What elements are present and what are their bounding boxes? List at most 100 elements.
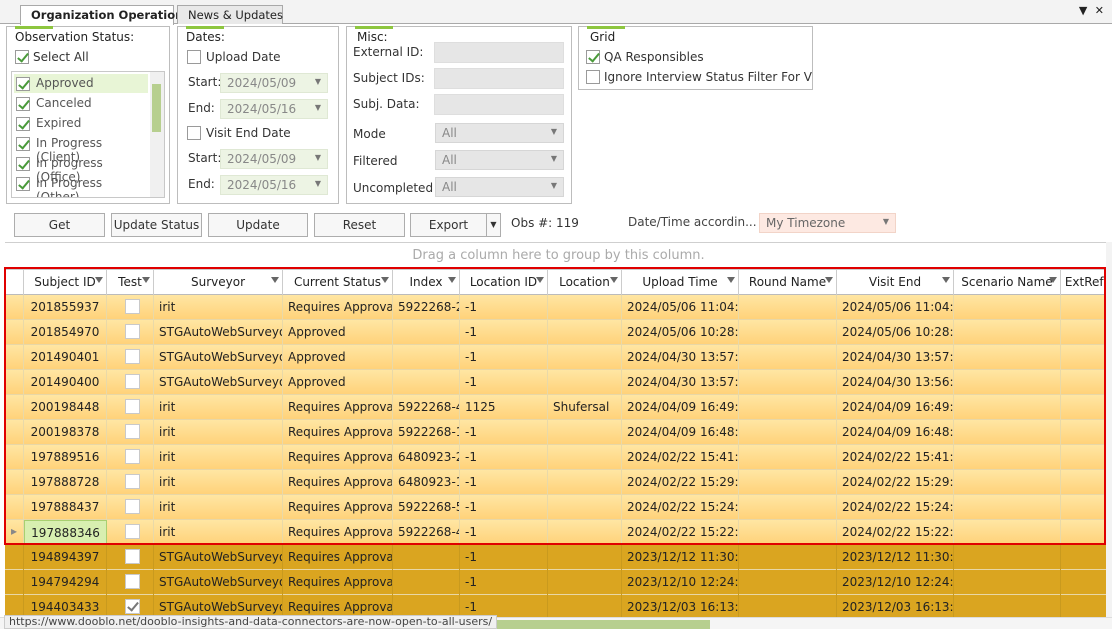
cell-surveyor[interactable]: irit: [154, 420, 283, 445]
cell-test[interactable]: [107, 545, 154, 570]
cell-index[interactable]: 6480923-1: [393, 470, 460, 495]
cell-visit-end[interactable]: 2024/02/22 15:29:11: [837, 470, 954, 495]
cell-round-name[interactable]: [739, 295, 837, 320]
row-indicator[interactable]: [5, 420, 24, 445]
column-header-upload-time[interactable]: Upload Time: [622, 270, 739, 295]
column-header-location[interactable]: Location: [548, 270, 622, 295]
cell-test[interactable]: [107, 320, 154, 345]
test-checkbox[interactable]: [125, 424, 140, 439]
cell-test[interactable]: [107, 295, 154, 320]
status-checkbox[interactable]: [16, 177, 30, 191]
test-checkbox[interactable]: [125, 349, 140, 364]
upload-end-date-picker[interactable]: 2024/05/16 ▼: [220, 99, 328, 119]
cell-test[interactable]: [107, 495, 154, 520]
visit-start-date-picker[interactable]: 2024/05/09 ▼: [220, 149, 328, 169]
test-checkbox[interactable]: [125, 499, 140, 514]
status-item-in-progress-other[interactable]: In Progress (Other): [14, 174, 148, 197]
cell-visit-end[interactable]: 2024/02/22 15:41:33: [837, 445, 954, 470]
test-checkbox[interactable]: [125, 299, 140, 314]
cell-location-id[interactable]: -1: [460, 320, 548, 345]
timezone-dropdown[interactable]: My Timezone ▼: [759, 213, 896, 233]
cell-location[interactable]: [548, 495, 622, 520]
status-checkbox[interactable]: [16, 97, 30, 111]
cell-ext-ref[interactable]: [1061, 320, 1112, 345]
cell-visit-end[interactable]: 2024/04/30 13:57:01: [837, 345, 954, 370]
table-row[interactable]: 197888437 irit Requires Approval 5922268-5-…: [5, 495, 1112, 520]
cell-upload-time[interactable]: 2024/05/06 10:28:38: [622, 320, 739, 345]
cell-location-id[interactable]: -1: [460, 545, 548, 570]
cell-ext-ref[interactable]: [1061, 445, 1112, 470]
row-indicator[interactable]: [5, 320, 24, 345]
cell-location[interactable]: [548, 520, 622, 545]
cell-subject-id[interactable]: 197888437: [24, 495, 107, 520]
cell-index[interactable]: 6480923-2: [393, 445, 460, 470]
row-indicator[interactable]: [5, 595, 24, 617]
cell-upload-time[interactable]: 2024/05/06 11:04:34: [622, 295, 739, 320]
cell-ext-ref[interactable]: [1061, 395, 1112, 420]
tab-news-updates[interactable]: News & Updates: [177, 5, 283, 24]
cell-surveyor[interactable]: STGAutoWebSurveyor: [154, 570, 283, 595]
cell-index[interactable]: 5922268-1: [393, 420, 460, 445]
test-checkbox[interactable]: [125, 399, 140, 414]
mode-dropdown[interactable]: All ▼: [435, 123, 564, 143]
cell-current-status[interactable]: Requires Approval: [283, 570, 393, 595]
cell-location-id[interactable]: -1: [460, 445, 548, 470]
filter-icon[interactable]: [448, 277, 456, 283]
cell-surveyor[interactable]: STGAutoWebSurveyor: [154, 595, 283, 617]
cell-index[interactable]: [393, 370, 460, 395]
test-checkbox[interactable]: [125, 324, 140, 339]
cell-location-id[interactable]: -1: [460, 295, 548, 320]
column-header-test[interactable]: Test: [107, 270, 154, 295]
cell-ext-ref[interactable]: [1061, 520, 1112, 545]
cell-scenario-name[interactable]: [954, 545, 1061, 570]
cell-current-status[interactable]: Approved: [283, 320, 393, 345]
cell-subject-id[interactable]: 194894397: [24, 545, 107, 570]
cell-test[interactable]: [107, 470, 154, 495]
cell-location[interactable]: [548, 445, 622, 470]
cell-ext-ref[interactable]: [1061, 570, 1112, 595]
cell-surveyor[interactable]: STGAutoWebSurveyor: [154, 370, 283, 395]
visit-end-date-checkbox[interactable]: [187, 126, 201, 140]
cell-index[interactable]: [393, 545, 460, 570]
cell-current-status[interactable]: Requires Approval: [283, 395, 393, 420]
row-indicator[interactable]: [5, 570, 24, 595]
cell-upload-time[interactable]: 2024/04/09 16:49:40: [622, 395, 739, 420]
cell-upload-time[interactable]: 2024/02/22 15:29:17: [622, 470, 739, 495]
cell-scenario-name[interactable]: [954, 495, 1061, 520]
cell-location-id[interactable]: -1: [460, 420, 548, 445]
cell-location-id[interactable]: -1: [460, 345, 548, 370]
cell-index[interactable]: 5922268-4: [393, 395, 460, 420]
test-checkbox[interactable]: [125, 449, 140, 464]
status-item-expired[interactable]: Expired: [14, 114, 148, 133]
cell-scenario-name[interactable]: [954, 395, 1061, 420]
cell-index[interactable]: 5922268-5: [393, 495, 460, 520]
cell-location-id[interactable]: -1: [460, 520, 548, 545]
grid-vertical-scrollbar[interactable]: [1106, 242, 1112, 617]
cell-subject-id[interactable]: 201855937: [24, 295, 107, 320]
cell-surveyor[interactable]: irit: [154, 470, 283, 495]
cell-current-status[interactable]: Requires Approval: [283, 495, 393, 520]
column-header-location-id[interactable]: Location ID: [460, 270, 548, 295]
cell-scenario-name[interactable]: [954, 295, 1061, 320]
tab-menu-icon[interactable]: ▼ ✕: [1079, 4, 1106, 17]
cell-visit-end[interactable]: 2024/04/30 13:56:58: [837, 370, 954, 395]
cell-current-status[interactable]: Approved: [283, 370, 393, 395]
cell-visit-end[interactable]: 2023/12/12 11:30:38: [837, 545, 954, 570]
cell-current-status[interactable]: Requires Approval: [283, 470, 393, 495]
cell-upload-time[interactable]: 2024/02/22 15:41:38: [622, 445, 739, 470]
cell-scenario-name[interactable]: [954, 595, 1061, 617]
column-header-current-status[interactable]: Current Status: [283, 270, 393, 295]
cell-ext-ref[interactable]: [1061, 345, 1112, 370]
cell-scenario-name[interactable]: [954, 470, 1061, 495]
cell-location[interactable]: [548, 320, 622, 345]
cell-test[interactable]: [107, 420, 154, 445]
table-row[interactable]: 201490401 STGAutoWebSurveyor Approved -1 202…: [5, 345, 1112, 370]
cell-scenario-name[interactable]: [954, 370, 1061, 395]
cell-current-status[interactable]: Approved: [283, 345, 393, 370]
cell-round-name[interactable]: [739, 520, 837, 545]
reset-button[interactable]: Reset: [314, 213, 405, 237]
cell-current-status[interactable]: Requires Approval: [283, 545, 393, 570]
cell-round-name[interactable]: [739, 395, 837, 420]
cell-index[interactable]: [393, 570, 460, 595]
cell-test[interactable]: [107, 395, 154, 420]
